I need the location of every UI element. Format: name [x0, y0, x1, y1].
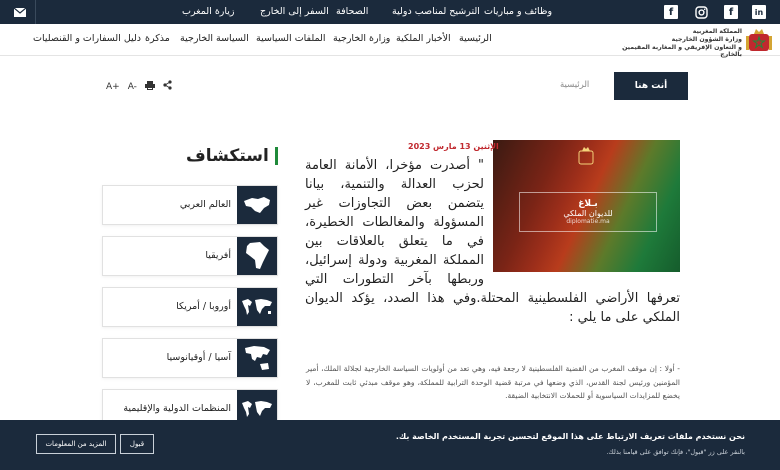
- facebook-icon[interactable]: f: [724, 5, 738, 19]
- share-icon[interactable]: [163, 80, 172, 93]
- explore-item-europe-america[interactable]: أوروبا / أمريكا: [102, 287, 278, 327]
- topnav-visit-morocco[interactable]: زيارة المغرب: [182, 0, 235, 24]
- font-decrease-button[interactable]: A-: [128, 82, 137, 92]
- explore-item-africa[interactable]: أفريقيا: [102, 236, 278, 276]
- print-icon[interactable]: [144, 80, 155, 93]
- cookie-submessage: بالنقر على زر "قبول"، فإنك توافق على قيا…: [606, 448, 745, 456]
- royal-crest-icon[interactable]: [746, 27, 772, 53]
- article-tools: A+ A-: [106, 80, 172, 93]
- topnav-travel-abroad[interactable]: السفر إلى الخارج: [260, 0, 329, 24]
- you-are-here-label: أنت هنا: [614, 72, 688, 100]
- nav-ministry[interactable]: وزارة الخارجية: [333, 24, 390, 56]
- asia-map-icon: [237, 339, 277, 377]
- instagram-icon[interactable]: [694, 5, 708, 19]
- cookie-banner: نحن نستخدم ملفات تعريف الارتباط على هذا …: [0, 420, 780, 470]
- topnav-jobs[interactable]: وظائف و مباريات: [484, 0, 552, 24]
- nav-embassy-guide[interactable]: دليل السفارات و القنصليات: [33, 24, 141, 56]
- arab-world-map-icon: [237, 186, 277, 224]
- nav-foreign-policy[interactable]: السياسة الخارجية: [180, 24, 249, 56]
- explore-heading: استكشاف: [186, 146, 278, 166]
- image-spacer: [484, 156, 680, 276]
- explore-item-label: العالم العربي: [179, 199, 231, 210]
- nav-political-files[interactable]: الملفات السياسية: [256, 24, 326, 56]
- explore-item-asia-oceania[interactable]: آسيا / أوقيانوسيا: [102, 338, 278, 378]
- explore-title-text: استكشاف: [186, 146, 269, 166]
- article-paragraph: - أولا : إن موقف المغرب من القضية الفلسط…: [306, 364, 680, 400]
- ministry-name[interactable]: المملكة المغربية وزارة الشؤون الخارجية و…: [622, 28, 742, 59]
- explore-item-label: آسيا / أوقيانوسيا: [166, 352, 231, 363]
- world-map-icon: [237, 288, 277, 326]
- linkedin-icon[interactable]: in: [752, 5, 766, 19]
- logo-line-3: و التعاون الإفريقي و المغاربة المقيمين ب…: [622, 43, 742, 59]
- breadcrumb-home[interactable]: الرئيسية: [560, 80, 589, 90]
- article-date: الإثنين 13 مارس 2023: [408, 142, 499, 151]
- mail-icon[interactable]: [4, 0, 36, 24]
- article-lead: " أصدرت مؤخرا، الأمانة العامة لحزب العدا…: [305, 156, 680, 346]
- cookie-accept-button[interactable]: قبول: [120, 434, 154, 454]
- nav-royal-news[interactable]: الأخبار الملكية: [396, 24, 451, 56]
- logo-line-2: وزارة الشؤون الخارجية: [671, 35, 742, 43]
- nav-home[interactable]: الرئيسية: [459, 24, 492, 56]
- explore-item-label: أوروبا / أمريكا: [176, 301, 231, 312]
- africa-map-icon: [237, 237, 277, 275]
- cookie-more-info-button[interactable]: المزيد من المعلومات: [36, 434, 116, 454]
- nav-memo[interactable]: مذكرة: [145, 24, 170, 56]
- facebook-icon[interactable]: f: [664, 5, 678, 19]
- explore-item-label: أفريقيا: [205, 250, 231, 261]
- font-increase-button[interactable]: A+: [106, 82, 120, 92]
- main-header: المملكة المغربية وزارة الشؤون الخارجية و…: [0, 24, 780, 59]
- heading-accent-bar: [274, 147, 278, 165]
- topnav-press[interactable]: الصحافة: [336, 0, 368, 24]
- top-bar: وظائف و مباريات الترشيح لمناصب دولية الص…: [0, 0, 780, 24]
- logo-line-1: المملكة المغربية: [692, 28, 742, 35]
- explore-item-arab-world[interactable]: العالم العربي: [102, 185, 278, 225]
- topnav-intl-positions[interactable]: الترشيح لمناصب دولية: [392, 0, 480, 24]
- cookie-message: نحن نستخدم ملفات تعريف الارتباط على هذا …: [395, 432, 745, 441]
